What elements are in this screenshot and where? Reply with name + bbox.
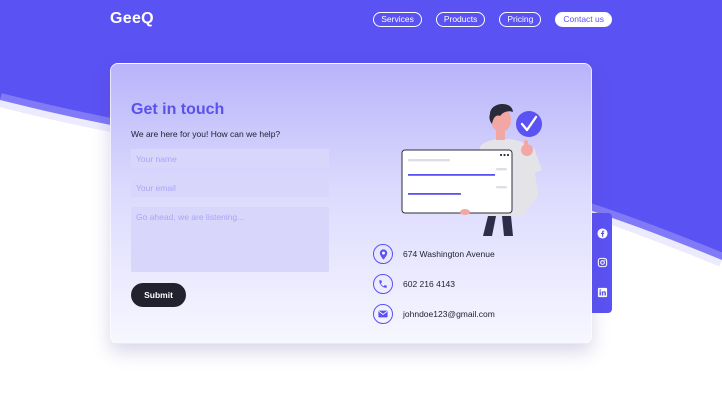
submit-button[interactable]: Submit <box>131 283 186 307</box>
email-row: johndoe123@gmail.com <box>373 304 495 324</box>
nav-links: Services Products Pricing Contact us <box>373 11 612 27</box>
address-text: 674 Washington Avenue <box>403 249 495 259</box>
phone-icon <box>373 274 393 294</box>
message-textarea[interactable] <box>131 207 329 272</box>
logo[interactable]: GeeQ <box>110 10 154 28</box>
phone-text: 602 216 4143 <box>403 279 455 289</box>
email-text[interactable]: johndoe123@gmail.com <box>403 309 495 319</box>
nav-link-products[interactable]: Products <box>435 11 486 27</box>
nav-link-contact-us[interactable]: Contact us <box>555 11 612 27</box>
form-subtitle: We are here for you! How can we help? <box>131 129 281 139</box>
mail-icon <box>373 304 393 324</box>
social-links-bar <box>592 213 612 313</box>
email-input[interactable] <box>131 178 329 197</box>
location-pin-icon <box>373 244 393 264</box>
contact-card: Get in touch We are here for you! How ca… <box>110 63 592 344</box>
navbar: GeeQ Services Products Pricing Contact u… <box>110 8 612 30</box>
linkedin-icon[interactable] <box>597 287 608 298</box>
page-title: Get in touch <box>131 101 225 118</box>
name-input[interactable] <box>131 149 329 168</box>
address-row: 674 Washington Avenue <box>373 244 495 264</box>
nav-link-services[interactable]: Services <box>373 11 422 27</box>
instagram-icon[interactable] <box>597 257 608 268</box>
phone-row: 602 216 4143 <box>373 274 455 294</box>
contact-illustration <box>401 103 542 236</box>
nav-link-pricing[interactable]: Pricing <box>499 11 542 27</box>
facebook-icon[interactable] <box>596 228 608 239</box>
